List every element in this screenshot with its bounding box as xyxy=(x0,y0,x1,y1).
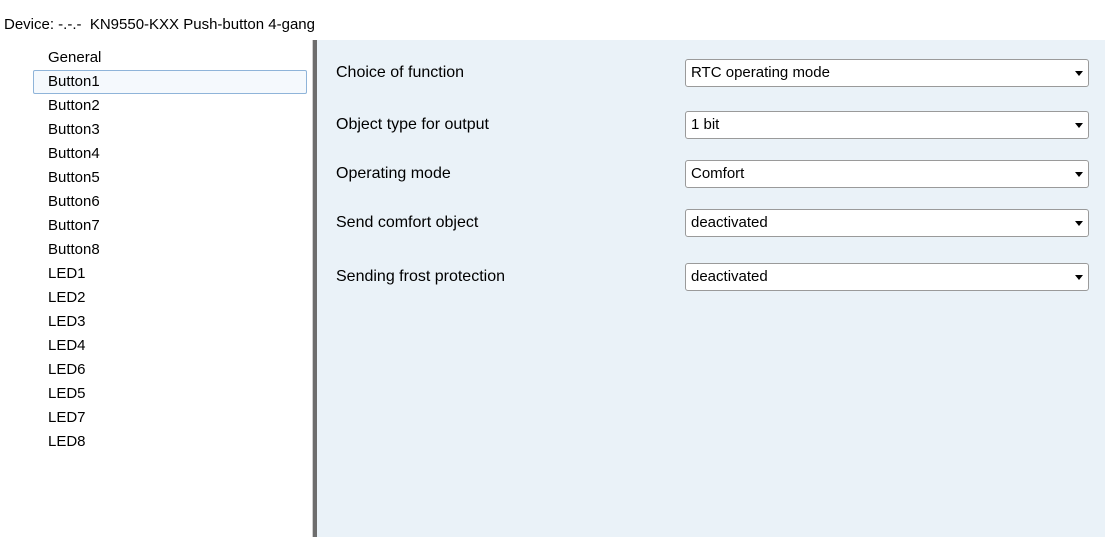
sidebar-item-button4[interactable]: Button4 xyxy=(6,142,276,166)
window-title: Device: -.-.- KN9550-KXX Push-button 4-g… xyxy=(4,16,315,33)
send-comfort-object-select[interactable]: deactivated xyxy=(685,209,1089,237)
parameter-panel: Choice of function RTC operating mode Ob… xyxy=(317,40,1105,537)
sidebar-item-led5[interactable]: LED5 xyxy=(6,382,276,406)
choice-of-function-select[interactable]: RTC operating mode xyxy=(685,59,1089,87)
chevron-down-icon xyxy=(1075,172,1083,177)
operating-mode-select[interactable]: Comfort xyxy=(685,160,1089,188)
select-value: deactivated xyxy=(691,268,768,285)
sidebar-item-button6[interactable]: Button6 xyxy=(6,190,276,214)
param-label: Choice of function xyxy=(336,64,465,81)
sidebar-item-led8[interactable]: LED8 xyxy=(6,430,276,454)
sidebar-item-button3[interactable]: Button3 xyxy=(6,118,276,142)
sidebar-item-button7[interactable]: Button7 xyxy=(6,214,276,238)
sidebar-item-button1[interactable]: Button1 xyxy=(33,70,307,94)
select-value: 1 bit xyxy=(691,116,720,133)
param-label: Sending frost protection xyxy=(336,268,505,285)
param-row-sending-frost-protection: Sending frost protection deactivated xyxy=(317,263,1105,293)
sidebar-list: General Button1 Button2 Button3 Button4 … xyxy=(6,46,313,454)
sidebar-item-general[interactable]: General xyxy=(6,46,276,70)
sidebar-item-led4[interactable]: LED4 xyxy=(6,334,276,358)
sidebar-item-button8[interactable]: Button8 xyxy=(6,238,276,262)
chevron-down-icon xyxy=(1075,221,1083,226)
sidebar-item-led2[interactable]: LED2 xyxy=(6,286,276,310)
sidebar-item-led6[interactable]: LED6 xyxy=(6,358,276,382)
param-label: Operating mode xyxy=(336,165,451,182)
param-label: Object type for output xyxy=(336,116,489,133)
sending-frost-protection-select[interactable]: deactivated xyxy=(685,263,1089,291)
sidebar-item-led3[interactable]: LED3 xyxy=(6,310,276,334)
chevron-down-icon xyxy=(1075,71,1083,76)
sidebar: General Button1 Button2 Button3 Button4 … xyxy=(6,40,313,537)
sidebar-item-led7[interactable]: LED7 xyxy=(6,406,276,430)
select-value: RTC operating mode xyxy=(691,64,830,81)
param-row-object-type: Object type for output 1 bit xyxy=(317,111,1105,141)
select-value: deactivated xyxy=(691,214,768,231)
chevron-down-icon xyxy=(1075,123,1083,128)
select-value: Comfort xyxy=(691,165,745,182)
sidebar-item-led1[interactable]: LED1 xyxy=(6,262,276,286)
object-type-select[interactable]: 1 bit xyxy=(685,111,1089,139)
param-row-choice-of-function: Choice of function RTC operating mode xyxy=(317,59,1105,89)
sidebar-item-button5[interactable]: Button5 xyxy=(6,166,276,190)
param-label: Send comfort object xyxy=(336,214,479,231)
param-row-operating-mode: Operating mode Comfort xyxy=(317,160,1105,190)
title-bar: Device: -.-.- KN9550-KXX Push-button 4-g… xyxy=(0,0,1105,40)
param-row-send-comfort-object: Send comfort object deactivated xyxy=(317,209,1105,239)
chevron-down-icon xyxy=(1075,275,1083,280)
sidebar-item-button2[interactable]: Button2 xyxy=(6,94,276,118)
